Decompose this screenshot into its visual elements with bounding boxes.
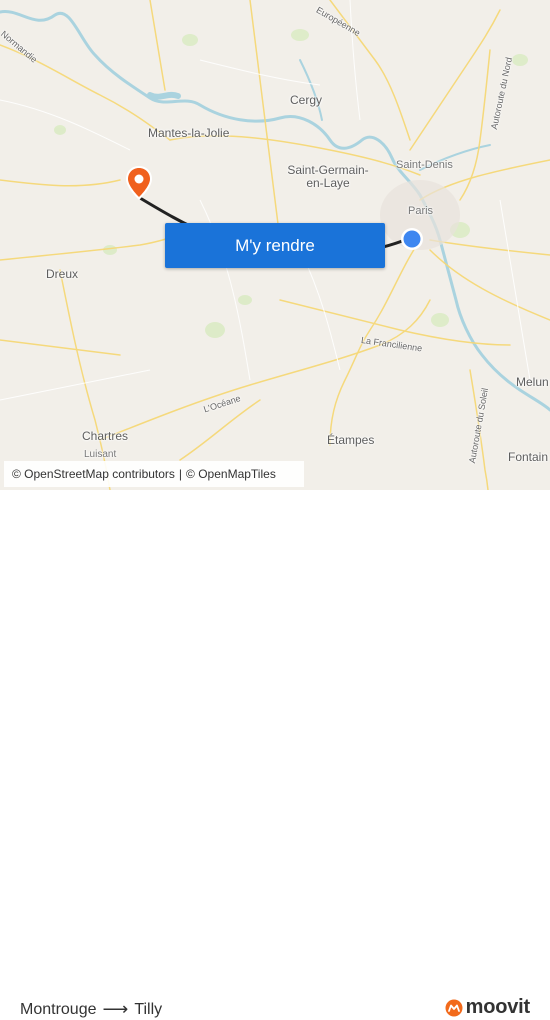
city-label-mantes: Mantes-la-Jolie [148,126,230,140]
city-label-cergy: Cergy [290,93,323,107]
get-directions-button[interactable]: M'y rendre [165,223,385,268]
map-attribution: © OpenStreetMap contributors | © OpenMap… [4,461,304,487]
arrow-right-icon: ⟶ [102,999,129,1019]
destination-pin-icon[interactable] [124,165,154,201]
route-summary: Montrouge ⟶ Tilly [20,999,162,1020]
brand-name: moovit [465,996,531,1018]
map[interactable]: Normandie Européenne Autoroute du Nord C… [0,0,550,490]
moovit-brand[interactable]: moovit [445,996,530,1019]
city-label-saint-germain: Saint-Germain- en-Laye [287,163,369,190]
moovit-logo-icon [445,999,463,1016]
city-label-saint-denis: Saint-Denis [396,159,453,171]
city-label-chartres: Chartres [82,429,129,443]
city-label-etampes: Étampes [327,433,375,447]
city-label-dreux: Dreux [46,267,79,281]
city-label-melun: Melun [516,375,549,389]
city-label-fontainebleau: Fontain [508,450,549,464]
destination-name: Tilly [134,1000,163,1018]
attribution-separator: | [178,467,183,481]
city-label-luisant: Luisant [84,449,117,460]
city-label-paris: Paris [408,205,434,217]
openmaptiles-attribution-link[interactable]: © OpenMapTiles [186,467,276,481]
footer: Montrouge ⟶ Tilly moovit [0,490,550,1019]
origin-marker-icon[interactable] [400,227,424,251]
origin-name: Montrouge [20,1000,97,1018]
osm-attribution-link[interactable]: © OpenStreetMap contributors [12,467,175,481]
